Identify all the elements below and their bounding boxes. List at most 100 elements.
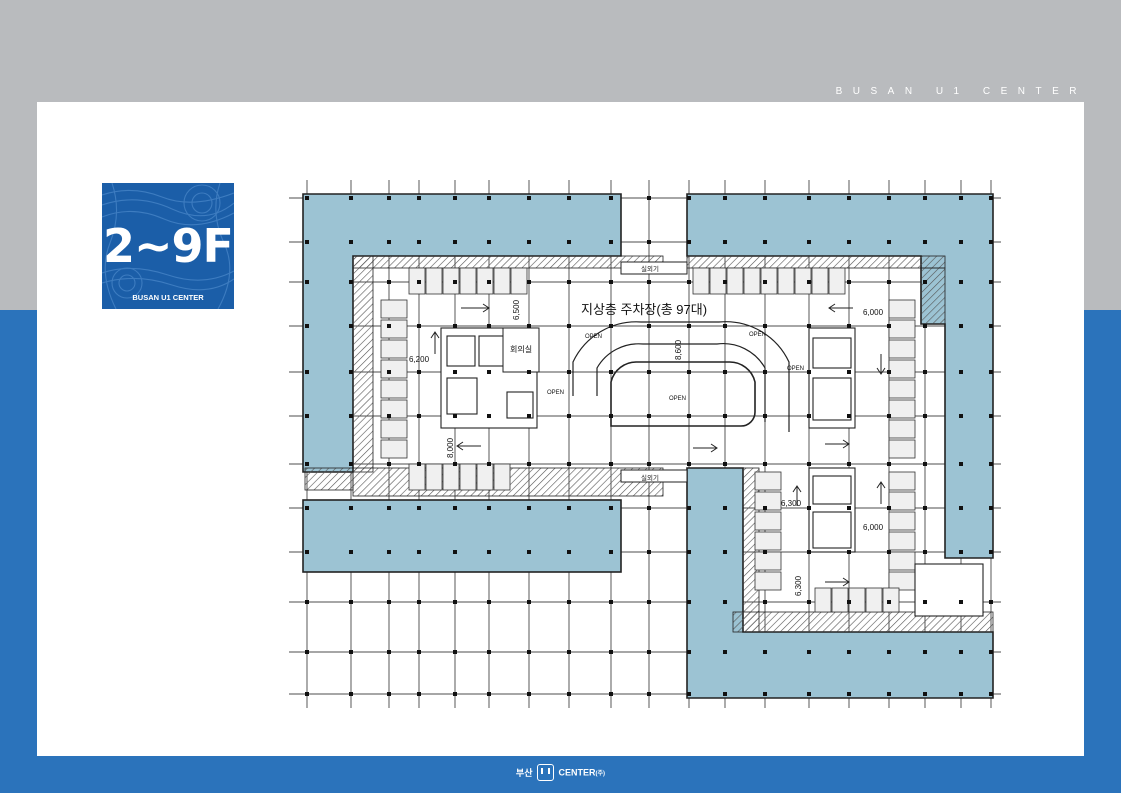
column-marker — [887, 196, 891, 200]
parking-stall — [425, 267, 443, 295]
column-marker — [527, 600, 531, 604]
parking-stall — [380, 439, 408, 459]
parking-stall — [777, 267, 795, 295]
column-marker — [453, 324, 457, 328]
column-marker — [989, 462, 993, 466]
floor-badge: 2~9F BUSAN U1 CENTER — [102, 183, 234, 309]
column-marker — [609, 280, 613, 284]
column-marker — [387, 196, 391, 200]
column-marker — [647, 600, 651, 604]
column-marker — [609, 650, 613, 654]
column-marker — [807, 240, 811, 244]
column-marker — [763, 692, 767, 696]
brand-strip: BUSAN U1 CENTER — [835, 86, 1087, 97]
column-marker — [847, 462, 851, 466]
column-marker — [417, 692, 421, 696]
column-marker — [959, 506, 963, 510]
column-marker — [989, 324, 993, 328]
column-marker — [609, 462, 613, 466]
column-marker — [305, 370, 309, 374]
floor-plan: 지상층 주차장(총 97대) 회의실 실외기 실외기 OPEN OPEN OPE… — [289, 180, 1001, 708]
column-marker — [959, 462, 963, 466]
column-marker — [723, 280, 727, 284]
column-marker — [723, 650, 727, 654]
column-marker — [723, 324, 727, 328]
column-marker — [305, 462, 309, 466]
column-marker — [453, 414, 457, 418]
dimension-label: 6,300 — [781, 499, 802, 508]
column-marker — [887, 370, 891, 374]
footer-korean: 부산 — [515, 768, 533, 778]
column-marker — [487, 240, 491, 244]
column-marker — [453, 600, 457, 604]
column-marker — [687, 462, 691, 466]
column-marker — [847, 650, 851, 654]
column-marker — [807, 462, 811, 466]
column-marker — [609, 324, 613, 328]
column-marker — [923, 280, 927, 284]
badge-building-name: BUSAN U1 CENTER — [132, 293, 204, 302]
column-marker — [387, 280, 391, 284]
column-marker — [687, 650, 691, 654]
parking-stall — [493, 463, 511, 491]
column-marker — [807, 650, 811, 654]
parking-stall — [380, 379, 408, 399]
floor-label: 2~9F — [103, 219, 234, 273]
column-marker — [647, 650, 651, 654]
dimension-label: 6,000 — [863, 523, 884, 532]
open-label: OPEN — [585, 334, 602, 340]
column-marker — [305, 650, 309, 654]
column-marker — [647, 692, 651, 696]
parking-stall — [831, 587, 849, 613]
column-marker — [647, 462, 651, 466]
column-marker — [959, 692, 963, 696]
column-marker — [687, 370, 691, 374]
parking-stall — [848, 587, 866, 613]
u1-logo-icon — [537, 764, 554, 781]
column-marker — [959, 650, 963, 654]
office-bottom-left — [302, 499, 622, 573]
parking-stall — [888, 511, 916, 531]
parking-stall — [888, 439, 916, 459]
column-marker — [487, 196, 491, 200]
column-marker — [349, 196, 353, 200]
column-marker — [647, 196, 651, 200]
column-marker — [417, 600, 421, 604]
column-marker — [305, 240, 309, 244]
column-marker — [847, 280, 851, 284]
column-marker — [763, 414, 767, 418]
column-marker — [763, 196, 767, 200]
column-marker — [527, 280, 531, 284]
column-marker — [417, 462, 421, 466]
column-marker — [807, 370, 811, 374]
column-marker — [989, 550, 993, 554]
column-marker — [763, 280, 767, 284]
parking-stall — [888, 491, 916, 511]
parking-stall — [380, 419, 408, 439]
column-marker — [687, 550, 691, 554]
column-marker — [387, 600, 391, 604]
column-marker — [349, 550, 353, 554]
column-marker — [989, 240, 993, 244]
column-marker — [989, 196, 993, 200]
column-marker — [567, 196, 571, 200]
column-marker — [989, 414, 993, 418]
parking-stall — [380, 299, 408, 319]
parking-stall — [754, 551, 782, 571]
column-marker — [487, 692, 491, 696]
column-marker — [567, 692, 571, 696]
column-marker — [349, 506, 353, 510]
column-marker — [807, 692, 811, 696]
column-marker — [723, 600, 727, 604]
column-marker — [417, 650, 421, 654]
column-marker — [487, 370, 491, 374]
column-marker — [723, 370, 727, 374]
column-marker — [887, 240, 891, 244]
column-marker — [609, 240, 613, 244]
parking-stall — [888, 551, 916, 571]
parking-stall — [380, 359, 408, 379]
column-marker — [527, 196, 531, 200]
dimension-label: 6,200 — [409, 355, 430, 364]
column-marker — [349, 324, 353, 328]
column-marker — [453, 462, 457, 466]
